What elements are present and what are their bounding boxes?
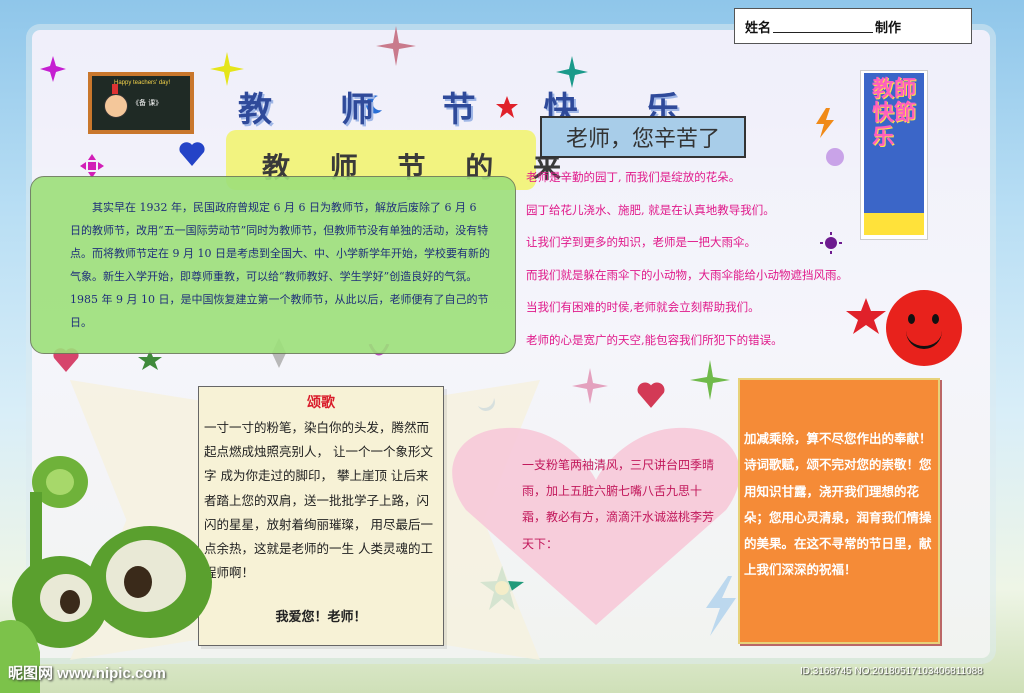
watermark-left: 昵图网 www.nipic.com xyxy=(8,665,166,682)
frog-mascot-illustration xyxy=(0,456,212,693)
list-item: 老师的心是宽广的天空,能包容我们所犯下的错误。 xyxy=(526,332,783,347)
list-item: 让我们学到更多的知识，老师是一把大雨伞。 xyxy=(526,235,756,249)
magenta-star-icon xyxy=(40,56,66,82)
banner-panel: 教師快節乐 xyxy=(864,73,924,213)
green-sparkle-icon xyxy=(690,360,730,400)
lightning-icon xyxy=(816,108,834,138)
sparkle-star-icon xyxy=(376,26,416,66)
banner-text: 教師快節乐 xyxy=(872,76,917,150)
list-item: 当我们有困难的时侯,老师就会立刻帮助我们。 xyxy=(526,300,760,314)
blessing-text: 加减乘除，算不尽您作出的奉献！诗词歌赋，颂不完对您的崇敬！您用知识甘露，浇开我们… xyxy=(744,431,932,578)
blue-heart-icon xyxy=(179,142,205,166)
candle-icon xyxy=(112,84,118,94)
teacher-kid-avatar xyxy=(104,94,128,118)
blackboard-illustration: Happy teachers' day! 《备 课》 xyxy=(88,72,194,134)
list-item: 老师是辛勤的园丁, 而我们是绽放的花朵。 xyxy=(526,170,741,184)
name-label: 姓名 xyxy=(745,19,772,35)
origin-paragraph: 其实早在 1932 年，民国政府曾规定 6 月 6 日为教师节，解放后废除了 6… xyxy=(70,201,490,329)
yellow-star-icon xyxy=(210,52,244,86)
maker-label: 制作 xyxy=(875,19,902,35)
list-item: 而我们就是躲在雨伞下的小动物，大雨伞能给小动物遮挡风雨。 xyxy=(526,267,848,282)
banner-stage-strip xyxy=(864,213,924,235)
watermark-right: ID:3168745 NO:20180517103406811088 xyxy=(800,666,983,677)
move-arrows-icon xyxy=(80,154,104,178)
poem-text: 一支粉笔两袖清风，三尺讲台四季晴雨，加上五脏六腑七嘴八舌九思十霜，教必有方，滴滴… xyxy=(522,458,715,551)
red-heart-icon xyxy=(637,382,665,408)
name-blank-line xyxy=(773,20,874,33)
name-field[interactable]: 姓名 制作 xyxy=(734,8,972,44)
board-caption: Happy teachers' day! xyxy=(114,80,171,86)
smiley-face-icon xyxy=(886,290,962,366)
teacher-metaphor-list: 老师是辛勤的园丁, 而我们是绽放的花朵。 园丁给花儿浇水、施肥, 就是在认真地教… xyxy=(526,165,856,360)
lavender-dot xyxy=(826,148,844,166)
vertical-banner: 教師快節乐 xyxy=(860,70,928,240)
list-item: 园丁给花儿浇水、施肥, 就是在认真地教导我们。 xyxy=(526,202,775,217)
song-title: 颂歌 xyxy=(307,395,335,411)
pink-sparkle-icon xyxy=(572,368,608,404)
board-chalk-text: 《备 课》 xyxy=(132,99,163,107)
thanks-heading: 老师，您辛苦了 xyxy=(540,116,746,158)
